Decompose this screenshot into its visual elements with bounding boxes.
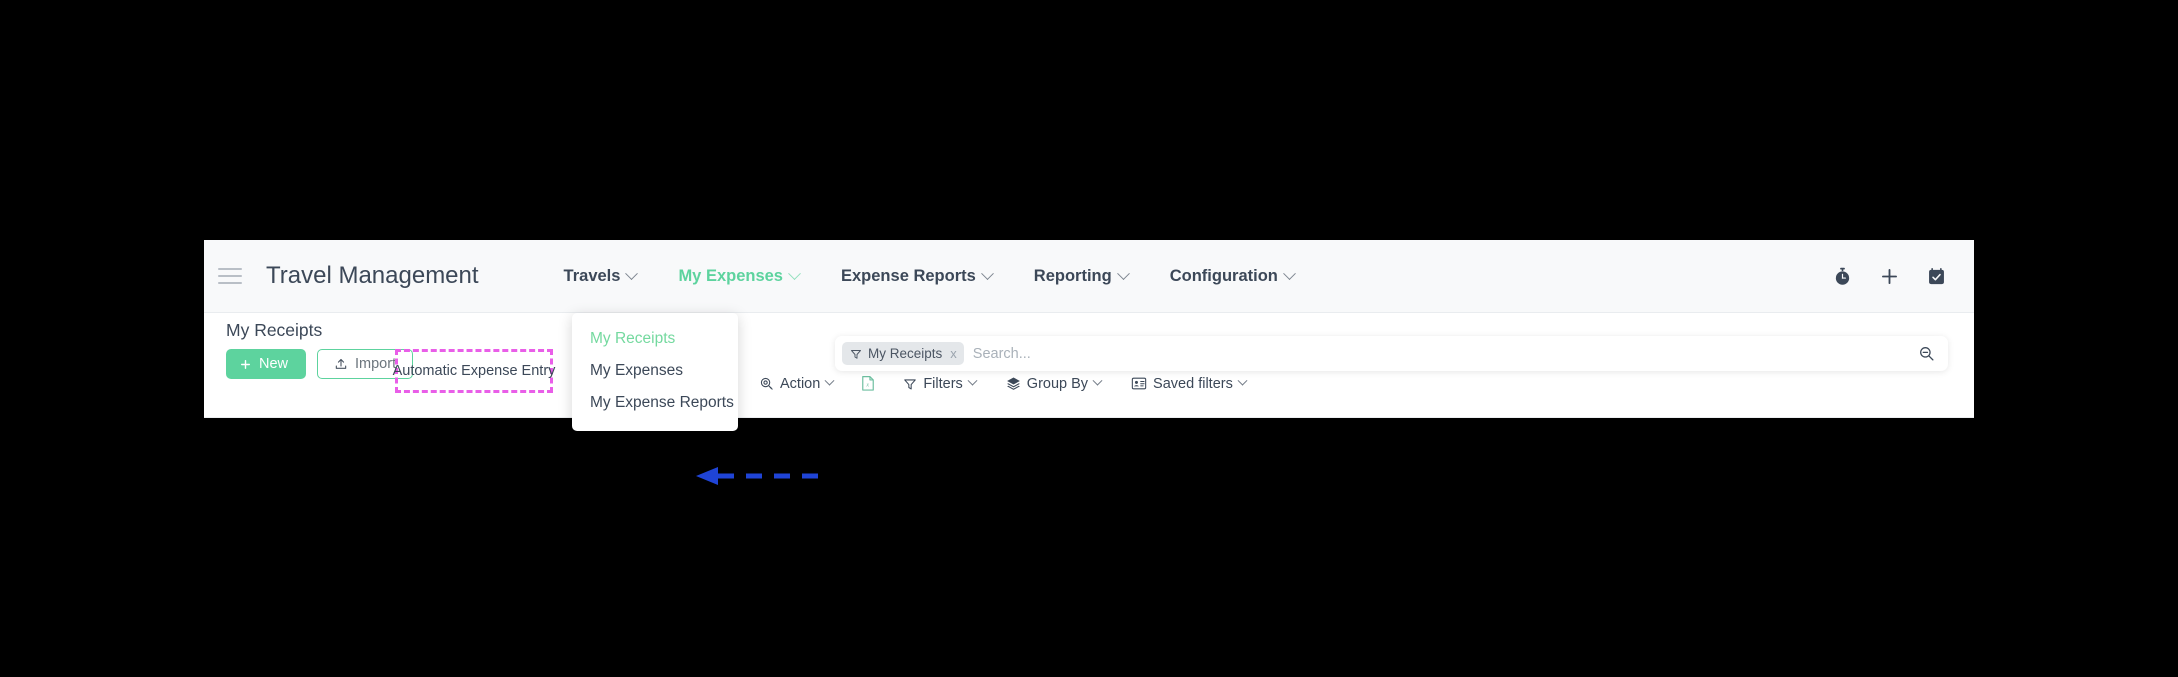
toolbar-filters-button[interactable]: Filters (888, 376, 990, 392)
navbar-menu: Travels My Expenses Expense Reports Repo… (543, 240, 1315, 312)
toolbar-action-button[interactable]: Action (744, 376, 848, 392)
breadcrumb: My Receipts (226, 320, 323, 340)
chevron-down-icon (980, 266, 994, 280)
toolbar-export-excel-button[interactable]: x (848, 375, 888, 392)
search-facet-chip[interactable]: My Receipts x (842, 342, 964, 365)
chevron-down-icon (967, 375, 978, 386)
hamburger-bar (218, 275, 242, 277)
search-minus-icon[interactable] (1918, 345, 1935, 362)
control-panel: My Receipts New Import Automatic Expense… (204, 313, 1974, 418)
chevron-down-icon (1092, 375, 1103, 386)
plus-icon (241, 359, 250, 369)
nav-item-label: Configuration (1169, 266, 1278, 285)
new-button-label: New (259, 356, 289, 372)
toolbar-saved-filters-button[interactable]: Saved filters (1116, 376, 1261, 392)
nav-item-expense-reports[interactable]: Expense Reports (820, 240, 1013, 312)
filter-funnel-icon (851, 349, 861, 359)
toolbar-filters-label: Filters (923, 375, 963, 392)
nav-item-reporting[interactable]: Reporting (1013, 240, 1149, 312)
chevron-down-icon (788, 266, 801, 280)
hamburger-bar (218, 282, 242, 284)
search-facet-label: My Receipts (868, 346, 943, 361)
toolbar-group-by-label: Group By (1026, 375, 1089, 392)
plus-icon[interactable] (1879, 266, 1900, 287)
action-gear-icon (760, 377, 773, 390)
app-brand-title: Travel Management (266, 262, 479, 289)
search-facet-remove-icon[interactable]: x (948, 346, 957, 361)
layers-icon (1006, 377, 1020, 390)
new-button[interactable]: New (226, 349, 307, 379)
nav-item-my-expenses[interactable]: My Expenses (657, 240, 820, 312)
nav-item-configuration[interactable]: Configuration (1149, 240, 1315, 312)
svg-text:x: x (866, 382, 870, 388)
chevron-down-icon (1283, 266, 1296, 280)
my-expenses-dropdown-menu: My Receipts My Expenses My Expense Repor… (572, 313, 738, 431)
upload-icon (335, 358, 347, 369)
dropdown-item-my-expenses[interactable]: My Expenses (572, 355, 738, 387)
export-excel-icon: x (862, 376, 875, 391)
hamburger-bar (218, 268, 242, 270)
annotation-arrow (696, 467, 818, 485)
dropdown-item-my-receipts[interactable]: My Receipts (572, 323, 738, 355)
dropdown-item-my-expense-reports[interactable]: My Expense Reports (572, 387, 738, 419)
search-bar[interactable]: My Receipts x (835, 336, 1948, 371)
chevron-down-icon (625, 266, 639, 280)
hamburger-icon[interactable] (218, 263, 244, 289)
stopwatch-icon[interactable] (1833, 267, 1852, 286)
search-input[interactable] (972, 345, 1918, 362)
action-button-row: New Import (226, 349, 414, 379)
nav-item-label: My Expenses (678, 266, 783, 285)
toolbar-action-label: Action (780, 375, 821, 392)
toolbar-saved-filters-label: Saved filters (1153, 375, 1233, 392)
nav-item-label: Reporting (1033, 266, 1112, 285)
annotation-highlight-label: Automatic Expense Entry (392, 363, 556, 379)
annotation-highlight-box: Automatic Expense Entry (392, 349, 556, 393)
saved-filters-icon (1131, 377, 1147, 390)
chevron-down-icon (1237, 375, 1248, 386)
import-button-label: Import (355, 356, 397, 372)
chevron-down-icon (1116, 266, 1130, 280)
filter-funnel-icon (904, 378, 917, 389)
nav-item-label: Travels (563, 266, 621, 285)
toolbar-group-by-button[interactable]: Group By (991, 376, 1116, 392)
chevron-down-icon (824, 375, 835, 386)
calendar-check-icon[interactable] (1927, 267, 1946, 286)
app-window: Travel Management Travels My Expenses Ex… (204, 240, 1974, 485)
navbar-right-icons (1833, 266, 1946, 287)
list-toolbar: Action x Filters Group By Saved filters (744, 375, 1261, 392)
nav-item-travels[interactable]: Travels (543, 240, 658, 312)
nav-item-label: Expense Reports (841, 266, 976, 285)
top-navbar: Travel Management Travels My Expenses Ex… (204, 240, 1974, 313)
